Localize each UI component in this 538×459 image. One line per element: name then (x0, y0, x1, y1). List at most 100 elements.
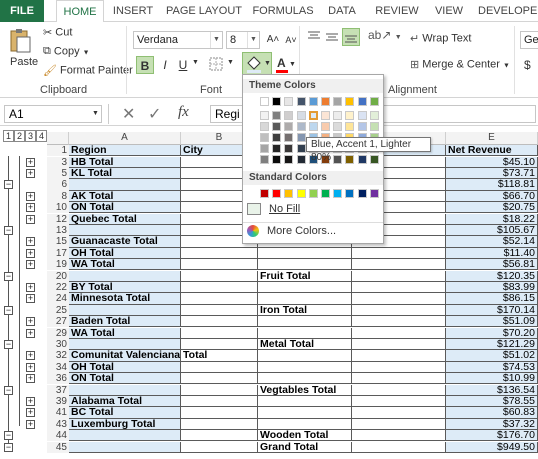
theme-shade-swatch[interactable] (260, 144, 269, 153)
row-number[interactable]: 45 (47, 441, 69, 453)
theme-color-swatch[interactable] (308, 97, 318, 106)
theme-shade-swatch[interactable] (272, 111, 282, 120)
theme-shade-swatch[interactable] (345, 122, 355, 131)
tab-insert[interactable]: INSERT (108, 0, 158, 22)
theme-shade-swatch[interactable] (296, 133, 306, 142)
row-number[interactable]: 27 (47, 316, 69, 328)
theme-color-swatch[interactable] (333, 97, 343, 106)
merge-center-button[interactable]: ⊞ Merge & Center ▼ (410, 58, 510, 71)
theme-shade-swatch[interactable] (333, 111, 343, 120)
align-bottom-icon[interactable] (342, 28, 360, 46)
city-cell[interactable] (181, 259, 258, 271)
collapse-button[interactable]: − (4, 339, 13, 349)
expand-button[interactable]: + (26, 419, 35, 429)
cell[interactable] (352, 316, 446, 328)
name-box[interactable]: A1 (4, 105, 102, 123)
net-revenue-cell[interactable]: $120.35 (446, 270, 538, 282)
standard-color-swatch[interactable] (369, 189, 379, 198)
theme-shade-swatch[interactable] (260, 111, 269, 120)
city-cell[interactable] (181, 327, 258, 339)
paste-icon[interactable] (8, 28, 32, 54)
expand-button[interactable]: + (26, 191, 35, 201)
expand-button[interactable]: + (26, 260, 35, 270)
underline-button[interactable]: U (174, 56, 192, 74)
theme-shade-swatch[interactable] (321, 122, 330, 131)
cut-button[interactable]: ✂ Cut (43, 26, 72, 39)
cell[interactable] (352, 281, 446, 294)
row-number[interactable]: 30 (47, 338, 69, 351)
expand-button[interactable]: + (26, 362, 35, 372)
region-cell[interactable]: Minnesota Total (69, 293, 181, 305)
cell[interactable] (352, 327, 446, 339)
net-revenue-cell[interactable]: $10.99 (446, 373, 538, 385)
row-number[interactable]: 39 (47, 395, 69, 408)
category-cell[interactable]: Iron Total (258, 304, 352, 317)
tab-file[interactable]: FILE (0, 0, 44, 22)
bold-button[interactable]: B (136, 56, 154, 74)
tab-data[interactable]: DATA (322, 0, 362, 22)
align-middle-icon[interactable] (324, 30, 340, 44)
theme-shade-swatch[interactable] (321, 111, 330, 120)
city-cell[interactable] (181, 293, 258, 305)
tab-review[interactable]: REVIEW (372, 0, 422, 22)
net-revenue-cell[interactable]: $20.75 (446, 202, 538, 214)
outline-level-2-button[interactable]: 2 (14, 130, 25, 142)
category-cell[interactable] (258, 407, 352, 419)
select-all-corner[interactable] (47, 132, 69, 145)
category-cell[interactable]: Wooden Total (258, 429, 352, 442)
region-cell[interactable]: KL Total (69, 167, 181, 180)
currency-button[interactable]: $ (524, 58, 531, 72)
city-cell[interactable] (181, 373, 258, 385)
city-cell[interactable] (181, 418, 258, 431)
region-cell[interactable]: Baden Total (69, 315, 181, 328)
expand-button[interactable]: + (26, 248, 35, 258)
chevron-down-icon[interactable]: ▼ (247, 32, 259, 48)
net-revenue-cell[interactable]: $121.29 (446, 338, 538, 351)
net-revenue-cell[interactable]: $83.99 (446, 281, 538, 294)
tab-developer[interactable]: DEVELOPER (478, 0, 538, 22)
expand-button[interactable]: + (26, 328, 35, 338)
category-cell[interactable] (258, 361, 352, 374)
tab-home[interactable]: HOME (56, 0, 104, 23)
expand-button[interactable]: + (26, 396, 35, 406)
city-cell[interactable] (181, 270, 258, 282)
row-number[interactable]: 43 (47, 418, 69, 431)
theme-shade-swatch[interactable] (296, 111, 306, 120)
cell[interactable] (352, 441, 446, 453)
cell[interactable] (352, 247, 446, 260)
row-number[interactable]: 19 (47, 259, 69, 271)
expand-button[interactable]: + (26, 237, 35, 247)
standard-color-swatch[interactable] (333, 189, 343, 198)
outline-level-4-button[interactable]: 4 (36, 130, 47, 142)
category-cell[interactable] (258, 259, 352, 271)
collapse-button[interactable]: − (4, 305, 13, 315)
cell[interactable] (352, 373, 446, 385)
net-revenue-cell[interactable]: $74.53 (446, 361, 538, 374)
tab-page-layout[interactable]: PAGE LAYOUT (165, 0, 243, 22)
cell[interactable] (352, 304, 446, 317)
cell[interactable] (352, 430, 446, 442)
cell[interactable] (352, 418, 446, 431)
row-number[interactable]: 34 (47, 361, 69, 374)
shrink-font-button[interactable]: A˅ (282, 31, 300, 49)
category-cell[interactable] (258, 293, 352, 305)
theme-shade-swatch[interactable] (345, 155, 355, 164)
category-cell[interactable]: Metal Total (258, 338, 352, 351)
collapse-button[interactable]: − (4, 385, 13, 395)
theme-shade-swatch[interactable] (369, 111, 379, 120)
cell[interactable] (352, 407, 446, 419)
number-format-combo[interactable]: Ge (520, 31, 538, 49)
outline-level-3-button[interactable]: 3 (25, 130, 36, 142)
theme-shade-swatch[interactable] (308, 111, 318, 120)
net-revenue-cell[interactable]: $118.81 (446, 179, 538, 191)
city-cell[interactable] (181, 247, 258, 260)
net-revenue-cell[interactable]: $56.81 (446, 259, 538, 271)
city-cell[interactable] (181, 281, 258, 294)
row-number[interactable]: 10 (47, 202, 69, 214)
row-number[interactable]: 13 (47, 224, 69, 237)
grow-font-button[interactable]: A˄ (264, 31, 282, 49)
expand-button[interactable]: + (26, 351, 35, 361)
theme-shade-swatch[interactable] (284, 122, 294, 131)
expand-button[interactable]: + (26, 203, 35, 213)
row-number[interactable]: 32 (47, 350, 69, 362)
